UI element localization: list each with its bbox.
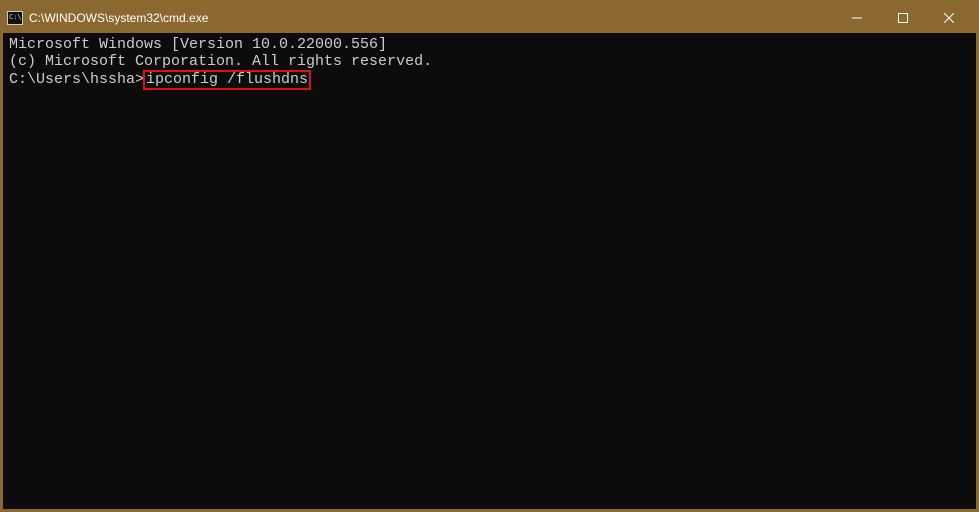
window-title: C:\WINDOWS\system32\cmd.exe <box>29 11 834 25</box>
terminal-area[interactable]: Microsoft Windows [Version 10.0.22000.55… <box>3 33 976 509</box>
terminal-prompt-line: C:\Users\hssha>ipconfig /flushdns <box>9 70 970 90</box>
cmd-window: C:\ C:\WINDOWS\system32\cmd.exe Microsof… <box>0 0 979 512</box>
close-button[interactable] <box>926 3 972 33</box>
maximize-button[interactable] <box>880 3 926 33</box>
window-controls <box>834 3 972 33</box>
titlebar[interactable]: C:\ C:\WINDOWS\system32\cmd.exe <box>3 3 976 33</box>
svg-text:C:\: C:\ <box>9 13 22 21</box>
minimize-button[interactable] <box>834 3 880 33</box>
terminal-line: Microsoft Windows [Version 10.0.22000.55… <box>9 37 970 54</box>
terminal-line: (c) Microsoft Corporation. All rights re… <box>9 54 970 71</box>
command-text: ipconfig /flushdns <box>146 71 308 88</box>
prompt-text: C:\Users\hssha> <box>9 71 144 88</box>
command-highlight: ipconfig /flushdns <box>143 70 311 90</box>
cmd-icon: C:\ <box>7 10 23 26</box>
